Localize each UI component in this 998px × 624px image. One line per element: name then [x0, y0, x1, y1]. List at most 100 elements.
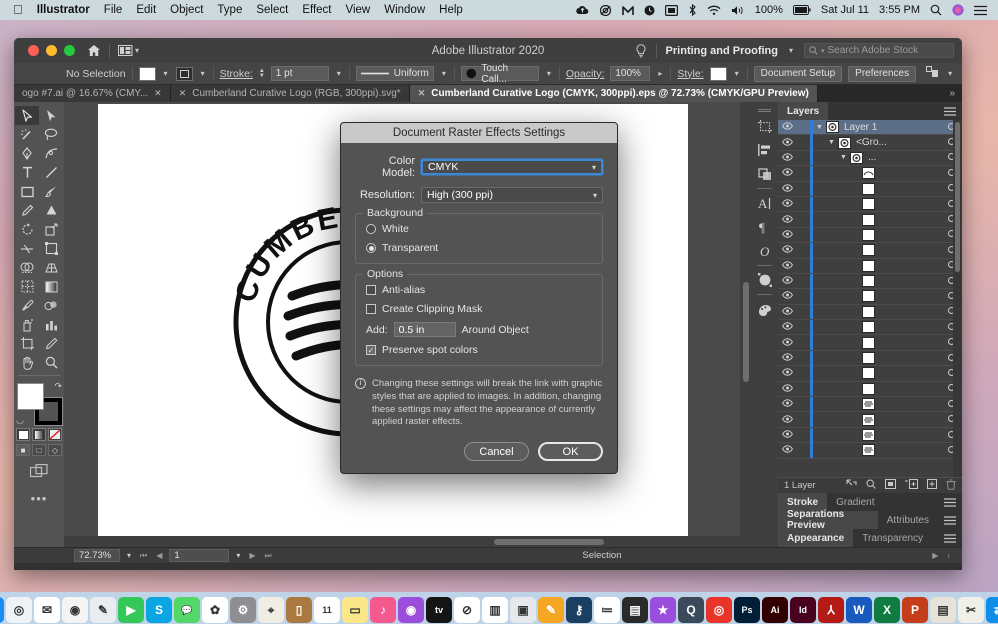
menu-effect[interactable]: Effect — [295, 0, 338, 20]
document-tab-3[interactable]: ✕ Cumberland Curative Logo (CMYK, 300ppi… — [409, 85, 818, 102]
disclosure-triangle-icon[interactable]: ▼ — [825, 139, 838, 146]
cloud-icon[interactable] — [571, 5, 594, 15]
layers-scrollbar[interactable] — [953, 120, 962, 477]
visibility-eye-icon[interactable] — [778, 414, 796, 425]
layer-row[interactable] — [778, 381, 962, 398]
document-setup-button[interactable]: Document Setup — [753, 65, 843, 82]
color-model-select[interactable]: CMYK ▾ — [421, 159, 603, 175]
shape-builder-tool[interactable] — [15, 258, 39, 277]
panel-menu-icon[interactable] — [938, 102, 962, 120]
locate-object-icon[interactable] — [846, 479, 857, 492]
layer-row[interactable] — [778, 427, 962, 444]
background-option-white[interactable]: White — [366, 223, 592, 235]
fill-color-box[interactable] — [17, 383, 44, 410]
zoom-level[interactable]: 72.73% — [74, 549, 120, 562]
menu-type[interactable]: Type — [210, 0, 249, 20]
character-icon[interactable]: A — [754, 191, 776, 215]
first-artboard-button[interactable]: ⏮ — [138, 551, 149, 561]
panel-menu-icon[interactable] — [938, 511, 962, 529]
close-icon[interactable]: ✕ — [179, 88, 187, 99]
layer-row[interactable] — [778, 442, 962, 459]
bluetooth-icon[interactable] — [683, 4, 702, 16]
dock-item-calendar[interactable]: 11 — [314, 597, 340, 623]
eyedropper-tool[interactable] — [15, 296, 39, 315]
preserve-spot-colors-option[interactable]: ✓ Preserve spot colors — [366, 344, 592, 356]
checkbox-create-clipping-mask[interactable] — [366, 304, 376, 314]
menu-help[interactable]: Help — [432, 0, 470, 20]
hand-tool[interactable] — [15, 353, 39, 372]
visibility-eye-icon[interactable] — [778, 199, 796, 209]
arrange-documents-icon[interactable] — [118, 45, 133, 56]
status-resize-handle[interactable]: ‹ — [945, 551, 962, 560]
layer-row[interactable] — [778, 304, 962, 321]
dock-item-word[interactable]: W — [846, 597, 872, 623]
dock-item-numbers[interactable]: ▥ — [482, 597, 508, 623]
dock-item-chrome[interactable]: ◉ — [62, 597, 88, 623]
screen-mode-button[interactable] — [29, 464, 48, 481]
dock-item-illustrator[interactable]: Ai — [762, 597, 788, 623]
siri-icon[interactable] — [947, 4, 969, 16]
menu-view[interactable]: View — [339, 0, 378, 20]
menu-illustrator[interactable]: Illustrator — [30, 0, 97, 20]
draw-inside-button[interactable]: ◇ — [48, 444, 62, 456]
visibility-eye-icon[interactable] — [778, 230, 796, 240]
rectangle-tool[interactable] — [15, 182, 39, 201]
opacity-value[interactable]: 100% — [610, 66, 651, 81]
clipping-mask-option[interactable]: Create Clipping Mask — [366, 303, 592, 315]
libraries-icon[interactable]: O — [754, 239, 776, 263]
fill-stroke-control[interactable]: ↷ ◡ — [16, 381, 63, 426]
last-artboard-button[interactable]: ⏭ — [263, 551, 274, 561]
dock-item-preview[interactable]: ✎ — [90, 597, 116, 623]
resolution-select[interactable]: High (300 ppi) ▾ — [421, 187, 603, 203]
window-controls[interactable] — [22, 45, 75, 56]
add-value-input[interactable]: 0.5 in — [393, 322, 456, 337]
dock-item-1password[interactable]: ⚷ — [566, 597, 592, 623]
layer-row[interactable] — [778, 227, 962, 244]
visibility-eye-icon[interactable] — [778, 445, 796, 455]
dock-item-calculator[interactable]: ▤ — [622, 597, 648, 623]
dock-item-excel[interactable]: X — [874, 597, 900, 623]
preferences-button[interactable]: Preferences — [848, 65, 917, 82]
stroke-weight-value[interactable]: 1 pt — [270, 66, 329, 81]
dock-item-apple-tv[interactable]: tv — [426, 597, 452, 623]
dock-item-contacts[interactable]: ▯ — [286, 597, 312, 623]
swap-fill-stroke-icon[interactable]: ↷ — [54, 381, 62, 392]
draw-behind-button[interactable]: □ — [32, 444, 46, 456]
symbols-icon[interactable] — [754, 268, 776, 292]
radio-white[interactable] — [366, 224, 376, 234]
zoom-chevron-down-icon[interactable]: ▾ — [125, 551, 133, 560]
symbol-sprayer-tool[interactable] — [15, 315, 39, 334]
document-tab-1[interactable]: ogo #7.ai @ 16.67% (CMY... ✕ — [14, 85, 171, 102]
panel-menu-icon[interactable] — [938, 529, 962, 547]
opacity-chevron-right-icon[interactable]: ▸ — [656, 69, 664, 78]
dock-item-powerpoint[interactable]: P — [902, 597, 928, 623]
layer-row[interactable] — [778, 258, 962, 274]
swatches-icon[interactable] — [754, 297, 776, 321]
dock-item-messages[interactable]: 💬 — [174, 597, 200, 623]
cancel-button[interactable]: Cancel — [464, 442, 529, 462]
dock-item-indesign[interactable]: Id — [790, 597, 816, 623]
dock-item-maps[interactable]: ⌖ — [258, 597, 284, 623]
layer-name[interactable]: Layer 1 — [844, 122, 940, 133]
layer-row[interactable]: ▼... — [778, 150, 962, 167]
new-layer-icon[interactable] — [927, 479, 937, 492]
lightbulb-icon[interactable] — [635, 43, 647, 58]
style-chevron-down-icon[interactable]: ▾ — [733, 69, 741, 78]
menu-select[interactable]: Select — [249, 0, 295, 20]
home-icon[interactable] — [87, 44, 101, 57]
visibility-eye-icon[interactable] — [778, 214, 796, 225]
dock-item-photoshop[interactable]: Ps — [734, 597, 760, 623]
slice-tool[interactable] — [39, 334, 63, 353]
disclosure-triangle-icon[interactable]: ▼ — [837, 154, 850, 161]
fill-chevron-down-icon[interactable]: ▾ — [162, 69, 170, 78]
opacity-label[interactable]: Opacity: — [566, 68, 605, 80]
layer-row[interactable]: ▼ <Gro... — [778, 135, 962, 151]
selection-tool[interactable] — [15, 106, 39, 125]
draw-normal-button[interactable]: ■ — [16, 444, 30, 456]
visibility-eye-icon[interactable] — [778, 153, 796, 163]
radio-transparent[interactable] — [366, 243, 376, 253]
dock-item-norton[interactable]: ⊘ — [454, 597, 480, 623]
line-segment-tool[interactable] — [39, 163, 63, 182]
new-sublayer-icon[interactable] — [905, 479, 918, 492]
type-tool[interactable] — [15, 163, 39, 182]
